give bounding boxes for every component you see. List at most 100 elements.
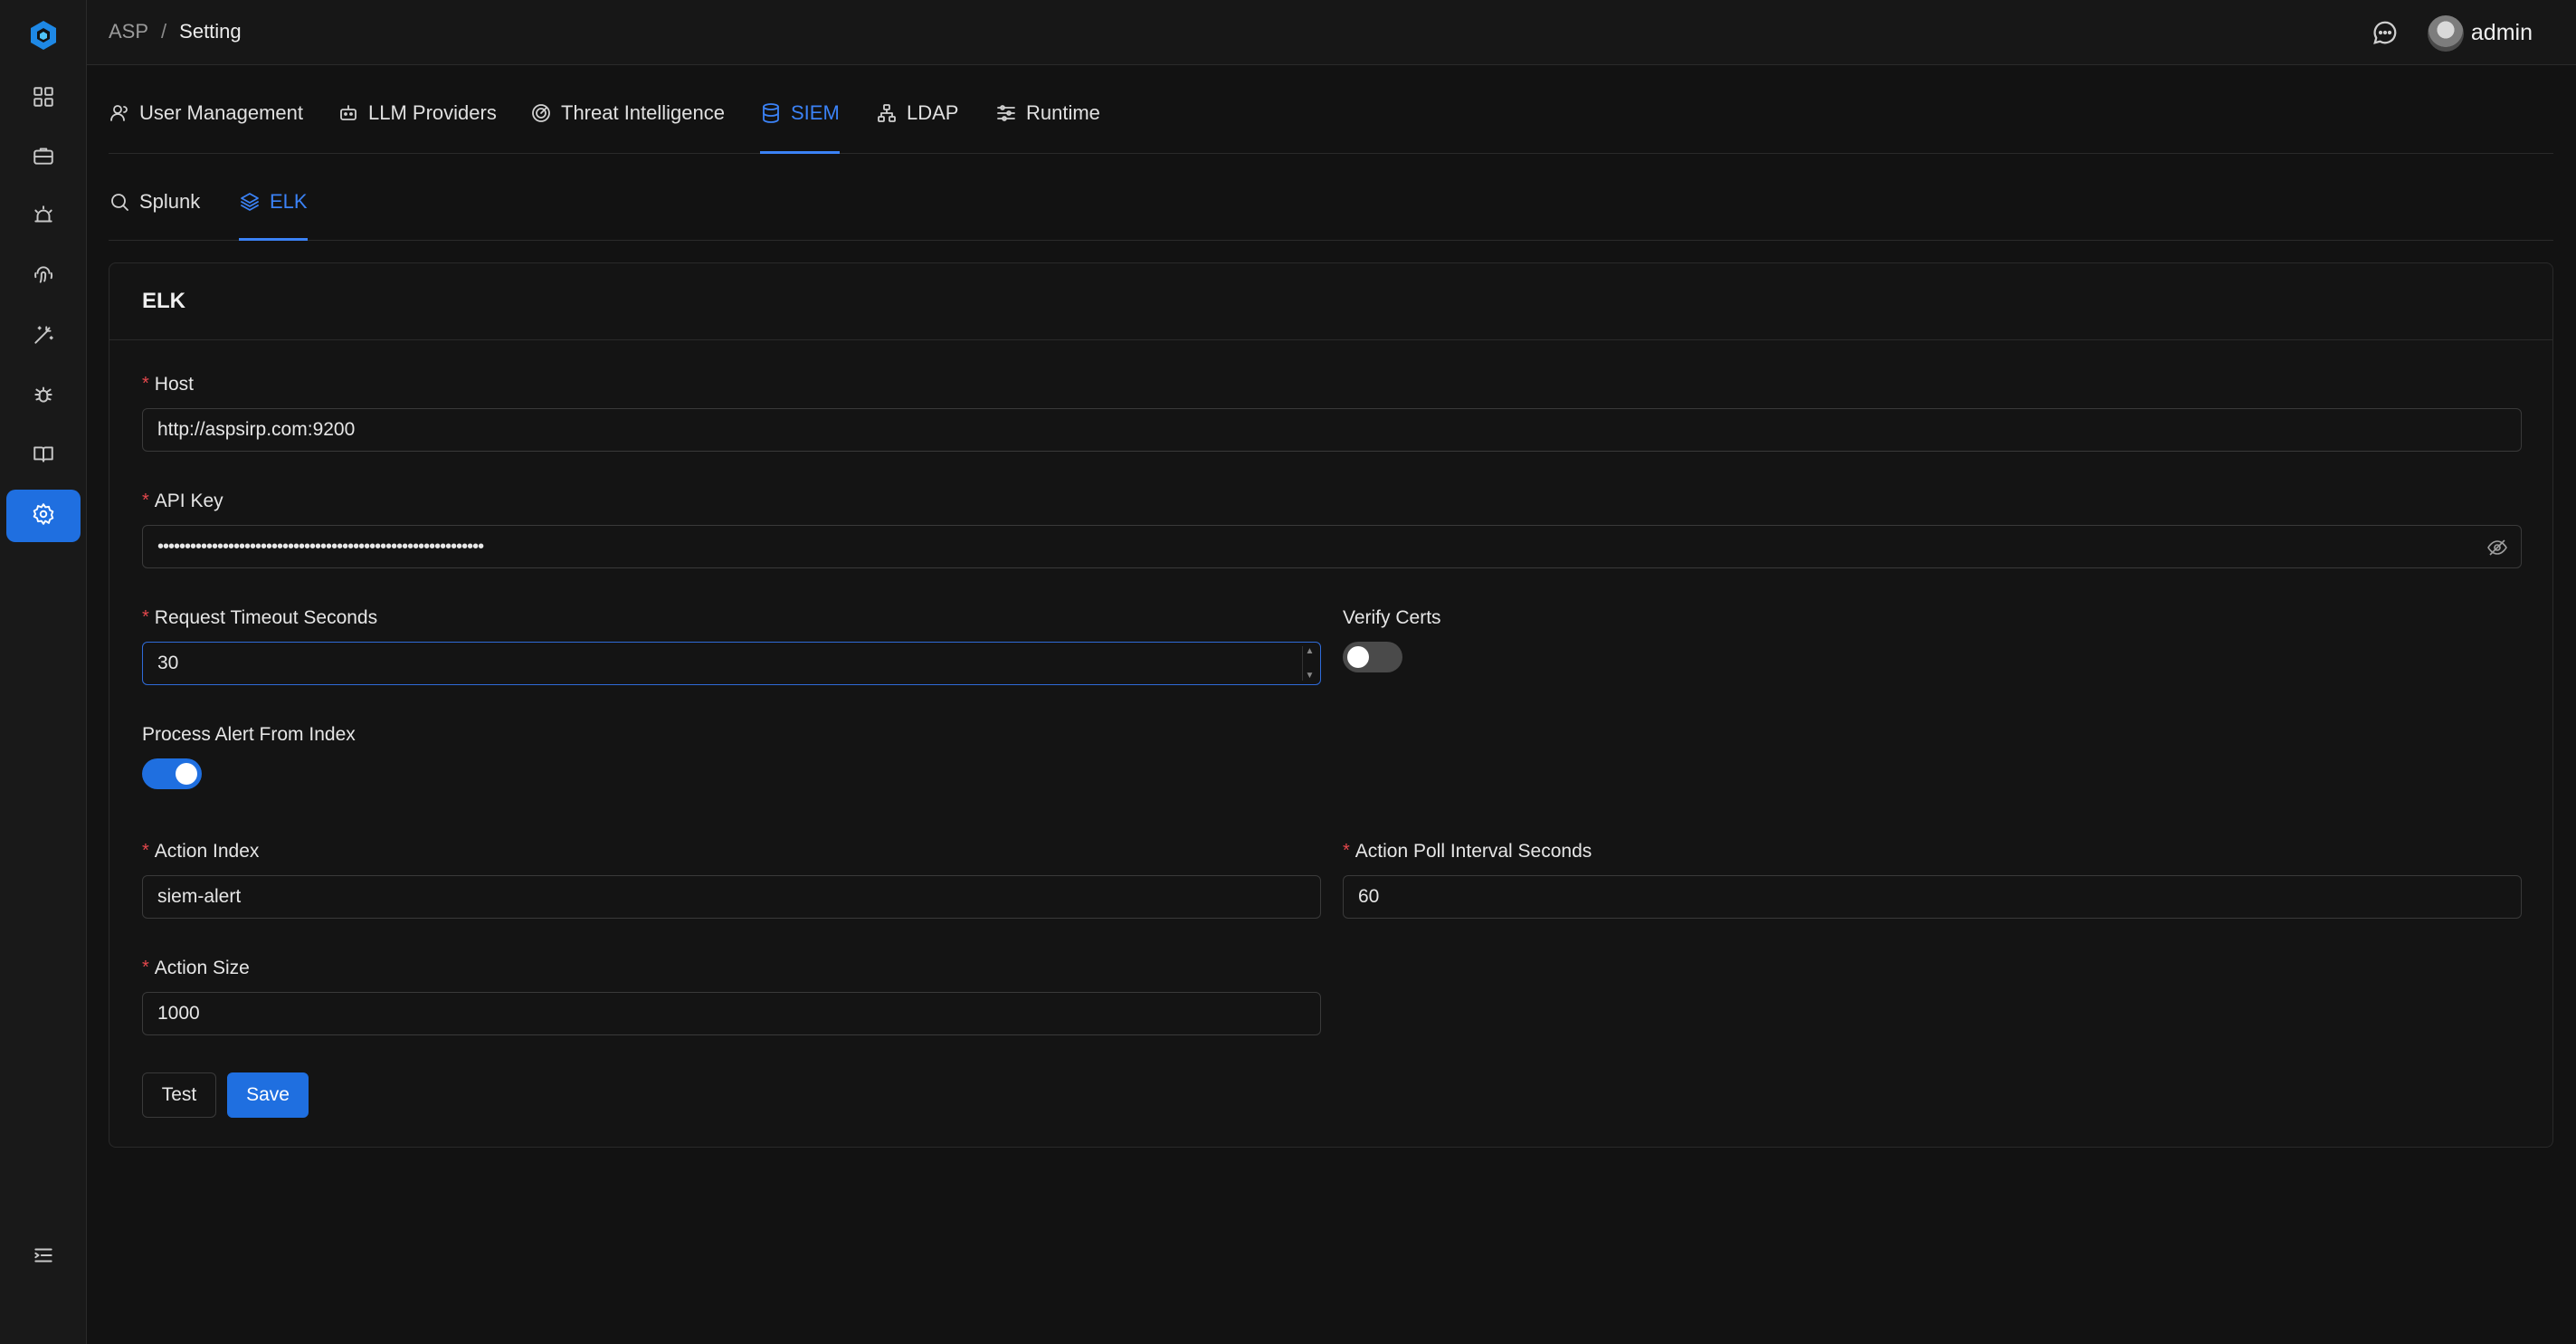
action-index-value: siem-alert [157, 886, 242, 907]
tab-label: LDAP [907, 101, 959, 124]
tab-elk[interactable]: ELK [239, 190, 308, 241]
required-mark: * [1343, 841, 1350, 861]
tab-label: User Management [139, 101, 303, 124]
alarm-icon [32, 204, 55, 232]
host-input[interactable]: http://aspsirp.com:9200 [142, 408, 2522, 452]
tab-ldap[interactable]: LDAP [876, 101, 958, 154]
verify-certs-field: Verify Certs [1343, 607, 1705, 689]
user-icon [109, 101, 130, 129]
sidebar [0, 0, 87, 1344]
sidebar-item-playbooks[interactable] [6, 310, 81, 363]
process-alert-field: Process Alert From Index [142, 724, 685, 805]
tab-user-management[interactable]: User Management [109, 101, 303, 154]
breadcrumb-current: Setting [179, 20, 242, 43]
tab-label: SIEM [791, 101, 840, 124]
sidebar-item-threats[interactable] [6, 370, 81, 423]
sidebar-item-cases[interactable] [6, 131, 81, 184]
timeout-field: * Request Timeout Seconds 30 ▲ ▼ [142, 607, 1321, 689]
siem-subtabs: Splunk ELK [109, 177, 2553, 241]
toggle-knob [176, 763, 197, 785]
tab-label: ELK [270, 190, 308, 213]
bug-icon [32, 383, 55, 411]
top-header: ASP / Setting admin [87, 0, 2576, 65]
api-key-input[interactable]: ••••••••••••••••••••••••••••••••••••••••… [142, 525, 2522, 568]
sidebar-item-alerts[interactable] [6, 191, 81, 243]
robot-icon [337, 101, 359, 129]
card-title: ELK [109, 263, 2552, 340]
poll-interval-input[interactable]: 60 [1343, 875, 2522, 919]
tab-splunk[interactable]: Splunk [109, 190, 200, 243]
avatar[interactable] [2428, 15, 2464, 52]
api-key-label: API Key [154, 491, 223, 511]
action-size-input[interactable]: 1000 [142, 992, 1321, 1035]
message-icon[interactable] [2372, 19, 2399, 46]
verify-certs-label: Verify Certs [1343, 607, 1441, 628]
sidebar-item-dashboard[interactable] [6, 72, 81, 125]
verify-certs-toggle[interactable] [1343, 642, 1402, 672]
menu-collapse-icon [32, 1244, 55, 1272]
process-alert-toggle[interactable] [142, 758, 202, 789]
required-mark: * [142, 841, 149, 861]
settings-icon [32, 502, 55, 530]
sliders-icon [995, 101, 1017, 129]
network-icon [876, 101, 898, 129]
layers-icon [239, 190, 261, 218]
required-mark: * [142, 374, 149, 394]
action-index-label: Action Index [154, 841, 260, 862]
host-label: Host [154, 374, 194, 395]
magic-wand-icon [32, 323, 55, 351]
chevron-up-icon[interactable]: ▲ [1306, 646, 1315, 656]
host-value: http://aspsirp.com:9200 [157, 419, 356, 440]
poll-interval-label: Action Poll Interval Seconds [1355, 841, 1592, 862]
tab-siem[interactable]: SIEM [760, 101, 840, 154]
tab-label: Threat Intelligence [561, 101, 725, 124]
breadcrumb-root[interactable]: ASP [109, 20, 148, 43]
database-icon [760, 101, 782, 129]
required-mark: * [142, 958, 149, 977]
eye-off-icon[interactable] [2486, 537, 2508, 558]
breadcrumb-separator: / [161, 20, 167, 43]
action-index-input[interactable]: siem-alert [142, 875, 1321, 919]
action-size-label: Action Size [154, 958, 250, 978]
required-mark: * [142, 491, 149, 510]
dashboard-icon [32, 85, 55, 113]
tab-label: Splunk [139, 190, 201, 213]
app-logo-icon[interactable] [24, 16, 62, 54]
tab-llm-providers[interactable]: LLM Providers [337, 101, 497, 154]
elk-settings-card: ELK * Host http://aspsirp.com:9200 * API K… [109, 262, 2553, 1148]
tab-runtime[interactable]: Runtime [995, 101, 1100, 154]
sidebar-collapse-button[interactable] [6, 1231, 81, 1283]
book-icon [32, 443, 55, 471]
action-size-value: 1000 [157, 1003, 200, 1024]
breadcrumb: ASP / Setting [109, 20, 242, 43]
host-field: * Host http://aspsirp.com:9200 [142, 374, 2522, 455]
chevron-down-icon[interactable]: ▼ [1306, 671, 1315, 681]
poll-interval-field: * Action Poll Interval Seconds 60 [1343, 841, 2522, 922]
timeout-value: 30 [157, 653, 179, 673]
search-icon [109, 190, 130, 218]
save-button[interactable]: Save [227, 1072, 309, 1118]
toggle-knob [1347, 646, 1369, 668]
username[interactable]: admin [2471, 20, 2533, 46]
sidebar-item-knowledge[interactable] [6, 430, 81, 482]
settings-tabs: User Management LLM Providers Threat Int… [109, 89, 2553, 154]
radar-icon [530, 101, 552, 129]
test-button[interactable]: Test [142, 1072, 216, 1118]
process-alert-label: Process Alert From Index [142, 724, 356, 745]
action-index-field: * Action Index siem-alert [142, 841, 1321, 922]
sidebar-item-settings[interactable] [6, 490, 81, 542]
fingerprint-icon [32, 263, 55, 291]
tab-label: Runtime [1026, 101, 1100, 124]
poll-interval-value: 60 [1358, 886, 1380, 907]
number-stepper[interactable]: ▲ ▼ [1302, 646, 1317, 681]
tab-label: LLM Providers [368, 101, 497, 124]
action-size-field: * Action Size 1000 [142, 958, 1321, 1039]
required-mark: * [142, 607, 149, 627]
timeout-input[interactable]: 30 ▲ ▼ [142, 642, 1321, 685]
timeout-label: Request Timeout Seconds [154, 607, 378, 628]
sidebar-item-identity[interactable] [6, 251, 81, 303]
api-key-field: * API Key •••••••••••••••••••••••••••••••… [142, 491, 2522, 572]
tab-threat-intelligence[interactable]: Threat Intelligence [530, 101, 725, 154]
briefcase-icon [32, 144, 55, 172]
api-key-value: ••••••••••••••••••••••••••••••••••••••••… [157, 536, 484, 557]
